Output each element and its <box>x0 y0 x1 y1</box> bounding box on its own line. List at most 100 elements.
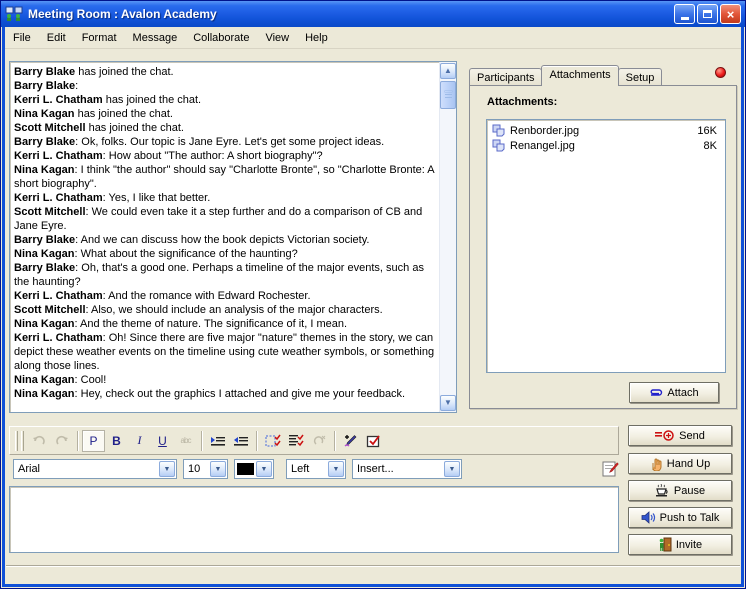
color-swatch <box>237 463 254 475</box>
attachments-panel: Attachments: Renborder.jpg 16K <box>469 85 737 409</box>
undo-icon <box>32 435 46 447</box>
mark-list-button[interactable] <box>284 430 307 452</box>
maximize-button[interactable] <box>697 4 718 24</box>
text-style-button[interactable]: U <box>151 430 174 452</box>
chat-line: Kerri L. Chatham: Yes, I like that bette… <box>14 191 435 205</box>
menu-item[interactable]: View <box>257 29 297 47</box>
chat-line: Nina Kagan: What about the significance … <box>14 247 435 261</box>
chat-line: Scott Mitchell: We could even take it a … <box>14 205 435 233</box>
checkbox-button[interactable] <box>362 430 385 452</box>
tab-participants[interactable]: Participants <box>469 68 542 86</box>
attach-button[interactable]: Attach <box>629 382 719 403</box>
menu-item[interactable]: Edit <box>39 29 74 47</box>
hand-up-button[interactable]: Hand Up <box>628 453 732 474</box>
chat-line: Kerri L. Chatham: Oh! Since there are fi… <box>14 331 435 373</box>
attachment-row[interactable]: Renborder.jpg 16K <box>489 123 723 138</box>
chat-line: Barry Blake: <box>14 79 435 93</box>
indent-increase-icon <box>210 435 226 447</box>
paperclip-icon <box>649 388 663 398</box>
scrollbar-thumb[interactable] <box>440 81 456 109</box>
hand-up-button-label: Hand Up <box>667 458 710 470</box>
insert-select[interactable]: Insert... ▼ <box>352 459 462 479</box>
clear-marks-button[interactable] <box>307 430 330 452</box>
alignment-select[interactable]: Left ▼ <box>286 459 346 479</box>
minimize-button[interactable] <box>674 4 695 24</box>
format-toolbar: P B I U abc <box>9 426 619 455</box>
text-style-button[interactable]: I <box>128 430 151 452</box>
attachment-note-icon <box>491 139 507 152</box>
title-bar: Meeting Room : Avalon Academy × <box>1 1 745 27</box>
add-annotation-button[interactable] <box>339 430 362 452</box>
indent-decrease-button[interactable] <box>229 430 252 452</box>
close-icon: × <box>727 8 735 21</box>
push-to-talk-button[interactable]: Push to Talk <box>628 507 732 528</box>
indent-decrease-icon <box>233 435 249 447</box>
chat-scrollbar[interactable]: ▲ ▼ <box>439 62 456 412</box>
toolbar-grip2 <box>21 431 24 451</box>
chat-messages: Barry Blake has joined the chat.Barry Bl… <box>10 62 439 412</box>
chat-line: Barry Blake: Oh, that's a good one. Perh… <box>14 261 435 289</box>
text-style-button[interactable]: P <box>82 430 105 452</box>
menu-item[interactable]: Message <box>125 29 186 47</box>
tab-setup[interactable]: Setup <box>618 68 663 86</box>
meeting-app-icon <box>5 6 23 22</box>
alignment-value: Left <box>291 463 309 475</box>
chat-line: Nina Kagan: I think "the author" should … <box>14 163 435 191</box>
invite-person-door-icon <box>658 537 672 552</box>
attachments-heading: Attachments: <box>487 96 557 108</box>
window-title: Meeting Room : Avalon Academy <box>28 7 217 21</box>
chat-line: Nina Kagan: And the theme of nature. The… <box>14 317 435 331</box>
font-family-select[interactable]: Arial ▼ <box>13 459 177 479</box>
recording-indicator <box>715 67 726 78</box>
send-button[interactable]: Send <box>628 425 732 446</box>
scroll-down-button[interactable]: ▼ <box>440 395 456 411</box>
invite-button-label: Invite <box>676 539 702 551</box>
font-family-value: Arial <box>18 463 40 475</box>
toolbar-separator <box>201 431 202 451</box>
message-input[interactable] <box>9 486 619 553</box>
scroll-up-icon: ▲ <box>444 67 452 75</box>
font-size-select[interactable]: 10 ▼ <box>183 459 228 479</box>
mark-list-icon <box>288 434 304 448</box>
menu-item[interactable]: Format <box>74 29 125 47</box>
tab-row: Participants Attachments Setup <box>469 65 661 86</box>
font-color-select[interactable]: ▼ <box>234 459 274 479</box>
chat-line: Nina Kagan: Hey, check out the graphics … <box>14 387 435 401</box>
attach-button-label: Attach <box>667 387 698 399</box>
attachment-size: 8K <box>704 140 723 152</box>
hand-up-icon <box>650 457 663 471</box>
undo-button[interactable] <box>27 430 50 452</box>
scroll-up-button[interactable]: ▲ <box>440 63 456 79</box>
mark-selection-button[interactable] <box>261 430 284 452</box>
toolbar-separator <box>334 431 335 451</box>
close-button[interactable]: × <box>720 4 741 24</box>
attachment-name: Renangel.jpg <box>510 140 704 152</box>
send-icon <box>655 430 675 441</box>
tab-attachments[interactable]: Attachments <box>541 65 618 86</box>
menu-item[interactable]: Collaborate <box>185 29 257 47</box>
invite-button[interactable]: Invite <box>628 534 732 555</box>
mark-selection-icon <box>265 434 281 448</box>
chat-line: Kerri L. Chatham: And the romance with E… <box>14 289 435 303</box>
attachment-row[interactable]: Renangel.jpg 8K <box>489 138 723 153</box>
pause-button[interactable]: Pause <box>628 480 732 501</box>
attachments-list[interactable]: Renborder.jpg 16K Renangel.jpg 8K <box>486 119 726 373</box>
chat-transcript[interactable]: Barry Blake has joined the chat.Barry Bl… <box>9 61 457 413</box>
menu-item[interactable]: File <box>5 29 39 47</box>
pause-cup-icon <box>655 484 670 498</box>
chevron-down-icon: ▼ <box>159 461 175 477</box>
indent-increase-button[interactable] <box>206 430 229 452</box>
chevron-down-icon: ▼ <box>444 461 460 477</box>
menu-item[interactable]: Help <box>297 29 336 47</box>
attachment-note-icon <box>491 124 507 137</box>
insert-value: Insert... <box>357 463 394 475</box>
toolbar-grip[interactable] <box>15 431 18 451</box>
meeting-room-window: Meeting Room : Avalon Academy × FileEdit… <box>0 0 746 589</box>
chevron-down-icon: ▼ <box>256 461 272 477</box>
pause-button-label: Pause <box>674 485 705 497</box>
text-style-group: P B I U abc <box>82 430 197 452</box>
text-style-button[interactable]: B <box>105 430 128 452</box>
text-style-button[interactable]: abc <box>174 430 197 452</box>
edit-note-icon[interactable] <box>601 459 621 479</box>
redo-button[interactable] <box>50 430 73 452</box>
